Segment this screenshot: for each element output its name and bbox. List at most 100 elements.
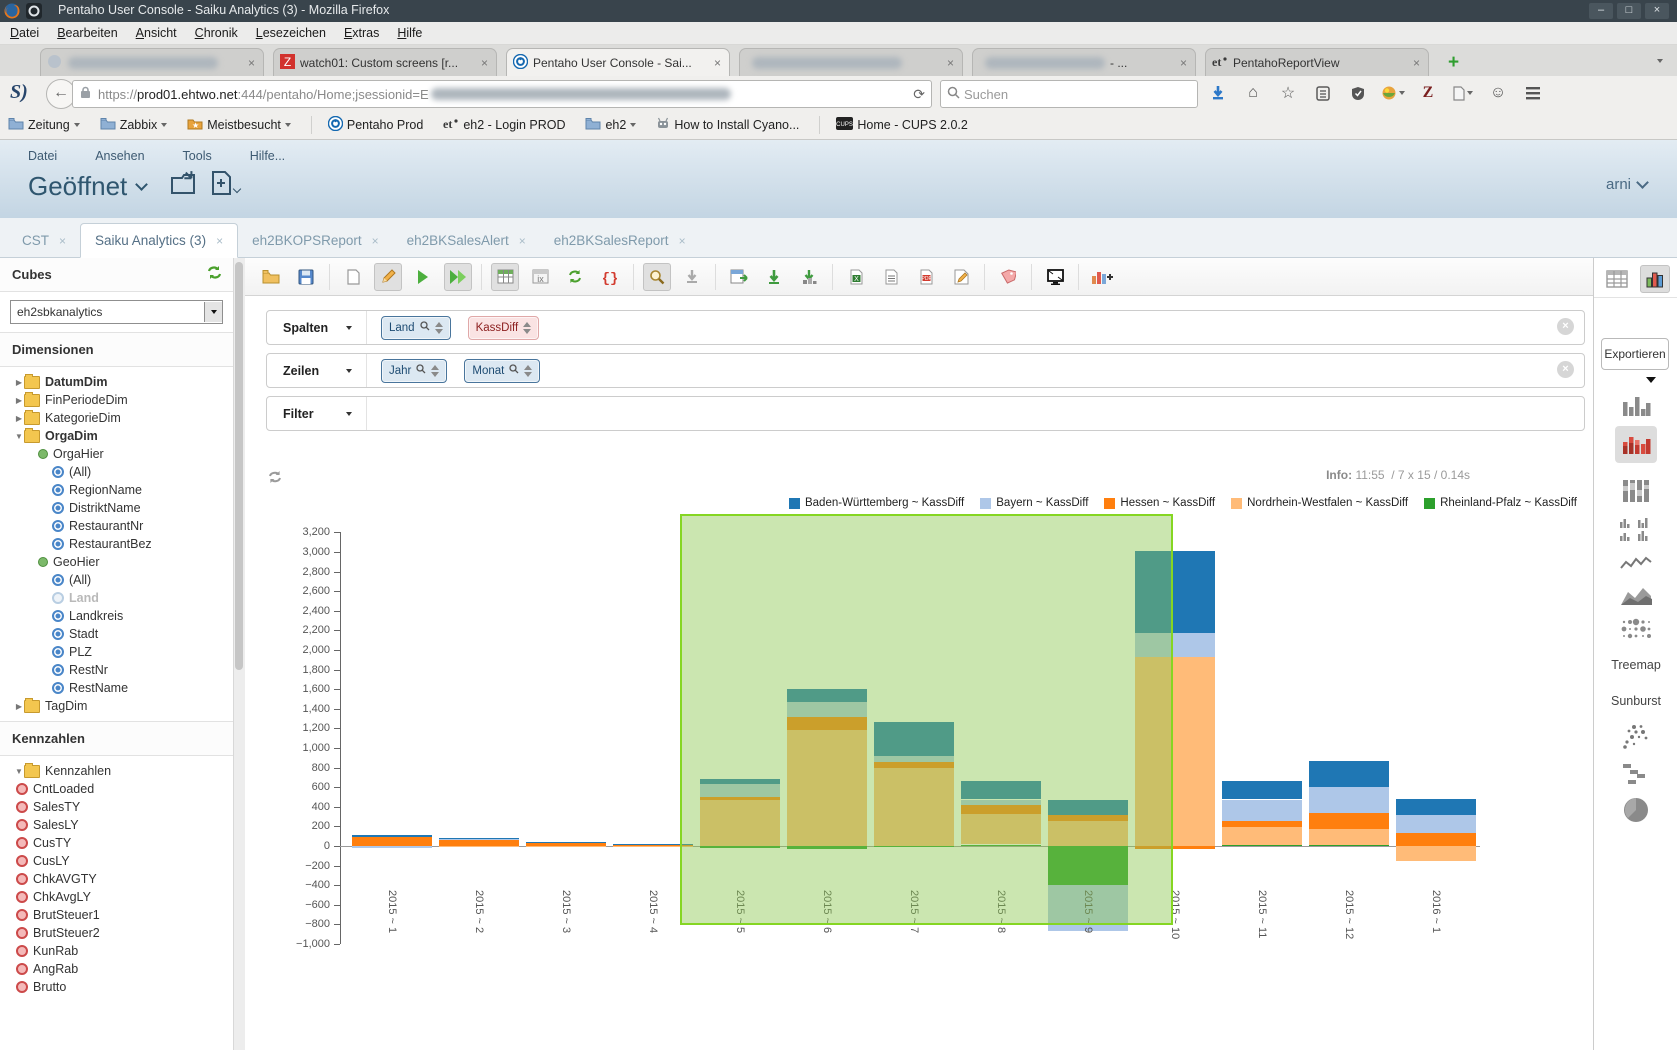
browser-menu-bearbeiten[interactable]: Bearbeiten [57, 26, 117, 40]
zotero-icon[interactable]: Z [1415, 80, 1441, 106]
zoom-into-chart-button[interactable] [643, 263, 671, 291]
new-tab-button[interactable]: + [1448, 52, 1459, 74]
screenshot-chart-button[interactable] [1041, 263, 1069, 291]
close-button[interactable]: × [1645, 3, 1669, 19]
cube-selector[interactable]: eh2sbkanalytics [10, 300, 223, 324]
url-bar[interactable]: https://prod01.ehtwo.net:444/pentaho/Hom… [72, 80, 932, 108]
measure-brutsteuer2[interactable]: BrutSteuer2 [0, 924, 233, 942]
home-icon[interactable]: ⌂ [1240, 80, 1266, 106]
tree-item-datumdim[interactable]: ▶DatumDim [0, 373, 233, 391]
chip-kassdiff[interactable]: KassDiff [468, 316, 540, 340]
chart-type-dot-icon[interactable] [1614, 614, 1658, 647]
wizard-mode-button[interactable] [947, 263, 975, 291]
tree-item-kategoriedim[interactable]: ▶KategorieDim [0, 409, 233, 427]
browser-menu-chronik[interactable]: Chronik [195, 26, 238, 40]
downloads-icon[interactable] [1205, 80, 1231, 106]
pentaho-menu-tools[interactable]: Tools [183, 149, 212, 163]
pentaho-opened-menu[interactable]: Geöffnet [28, 170, 240, 203]
pentaho-menu-hilfe[interactable]: Hilfe... [250, 149, 285, 163]
measure-cusly[interactable]: CusLY [0, 852, 233, 870]
chart-selection-brush[interactable] [680, 514, 1173, 925]
chart-type-area-icon[interactable] [1614, 580, 1658, 613]
pentaho-tab-eh2bksalesreport[interactable]: eh2BKSalesReport× [540, 224, 700, 257]
refresh-cube-button[interactable] [561, 263, 589, 291]
refresh-cubes-icon[interactable] [206, 265, 223, 283]
browser-menu-extras[interactable]: Extras [344, 26, 379, 40]
user-menu[interactable]: arni [1606, 176, 1647, 193]
browser-tab-blurred-3[interactable]: × [739, 48, 963, 76]
browser-menu-ansicht[interactable]: Ansicht [136, 26, 177, 40]
export-button[interactable]: Exportieren [1601, 338, 1669, 370]
bookmark-home-cups-2-0-2[interactable]: CUPSHome - CUPS 2.0.2 [836, 117, 967, 133]
tab-overflow-icon[interactable] [1657, 59, 1663, 63]
bookmark-star-icon[interactable]: ☆ [1275, 80, 1301, 106]
chip-sort-icon[interactable] [431, 365, 439, 377]
query-scenario-button[interactable] [725, 263, 753, 291]
tree-item-restname[interactable]: RestName [0, 679, 233, 697]
tree-item-orgadim[interactable]: ▼OrgaDim [0, 427, 233, 445]
pentaho-menu-ansehen[interactable]: Ansehen [95, 149, 144, 163]
bookmark-how-to-install-cyano-[interactable]: How to Install Cyano... [656, 117, 799, 133]
expander-right-icon[interactable]: ▶ [14, 414, 24, 423]
export-csv-button[interactable] [877, 263, 905, 291]
drill-down-button[interactable] [678, 263, 706, 291]
pentaho-tab-eh2bksalesalert[interactable]: eh2BKSalesAlert× [393, 224, 540, 257]
tab-close-icon[interactable]: × [712, 56, 723, 70]
chart-type-sunburst[interactable]: Sunburst [1594, 694, 1677, 708]
bookmark-zabbix[interactable]: Zabbix [100, 117, 168, 133]
run-query-button[interactable] [409, 263, 437, 291]
chart-type-multiple-bar-icon[interactable] [1613, 512, 1659, 549]
chip-sort-icon[interactable] [435, 322, 443, 334]
shield-addon-icon[interactable] [1345, 80, 1371, 106]
sidebar-scrollbar[interactable] [233, 258, 245, 1050]
expander-right-icon[interactable]: ▶ [14, 702, 24, 711]
save-query-button[interactable] [292, 263, 320, 291]
columns-axis-label[interactable]: Spalten [267, 311, 367, 344]
tree-item-finperiodedim[interactable]: ▶FinPeriodeDim [0, 391, 233, 409]
tree-item-distriktname[interactable]: DistriktName [0, 499, 233, 517]
pentaho-tab-close-icon[interactable]: × [216, 234, 223, 248]
tree-item-land[interactable]: Land [0, 589, 233, 607]
browser-tab-blurred-0[interactable]: × [40, 48, 264, 76]
bookmark-pentaho-prod[interactable]: Pentaho Prod [328, 116, 423, 134]
chart-type-sphere-icon[interactable] [1616, 792, 1656, 831]
tree-item-kennzahlen[interactable]: ▼Kennzahlen [0, 762, 233, 780]
reader-list-icon[interactable] [1310, 80, 1336, 106]
tree-item-stadt[interactable]: Stadt [0, 625, 233, 643]
chart-type-cluster-icon[interactable] [1615, 720, 1657, 757]
browser-tab-watch01-custom-scree[interactable]: Zwatch01: Custom screens [r...× [273, 48, 497, 76]
tab-close-icon[interactable]: × [479, 56, 490, 70]
search-bar[interactable]: Suchen [940, 80, 1198, 108]
mdx-editor-button[interactable]: {} [596, 263, 624, 291]
pentaho-tab-eh2bkopsreport[interactable]: eh2BKOPSReport× [238, 224, 393, 257]
browser-tab--[interactable]: - ...× [972, 48, 1196, 76]
automatic-execution-button[interactable] [444, 263, 472, 291]
tab-close-icon[interactable]: × [246, 56, 257, 70]
tree-item-restaurantnr[interactable]: RestaurantNr [0, 517, 233, 535]
measure-chkavgty[interactable]: ChkAVGTY [0, 870, 233, 888]
measure-custy[interactable]: CusTY [0, 834, 233, 852]
chip-search-icon[interactable] [420, 321, 430, 334]
chart-refresh-icon[interactable] [267, 470, 283, 487]
expander-right-icon[interactable]: ▶ [14, 378, 24, 387]
rows-axis-label[interactable]: Zeilen [267, 354, 367, 387]
tab-close-icon[interactable]: × [1178, 56, 1189, 70]
pentaho-tab-close-icon[interactable]: × [372, 234, 379, 248]
export-pdf-button[interactable]: PDF [912, 263, 940, 291]
measure-cntloaded[interactable]: CntLoaded [0, 780, 233, 798]
measure-kunrab[interactable]: KunRab [0, 942, 233, 960]
browser-tab-pentaho-user-console[interactable]: Pentaho User Console - Sai...× [506, 48, 730, 76]
tree-item-regionname[interactable]: RegionName [0, 481, 233, 499]
page-action-icon[interactable] [1450, 80, 1476, 106]
tree-item-landkreis[interactable]: Landkreis [0, 607, 233, 625]
chart-type-cascade-icon[interactable] [1615, 758, 1657, 793]
hide-parents-button[interactable]: ix [526, 263, 554, 291]
chart-type-line-icon[interactable] [1614, 550, 1658, 581]
clear-columns-icon[interactable]: × [1557, 318, 1574, 335]
lock-icon[interactable] [79, 86, 92, 102]
tree-item-restaurantbez[interactable]: RestaurantBez [0, 535, 233, 553]
measure-brutsteuer1[interactable]: BrutSteuer1 [0, 906, 233, 924]
browser-tab-pentahoreportview[interactable]: etPentahoReportView× [1205, 48, 1429, 76]
pentaho-tab-saiku-analytics-3-[interactable]: Saiku Analytics (3)× [80, 223, 238, 258]
export-drillthrough-button[interactable] [795, 263, 823, 291]
